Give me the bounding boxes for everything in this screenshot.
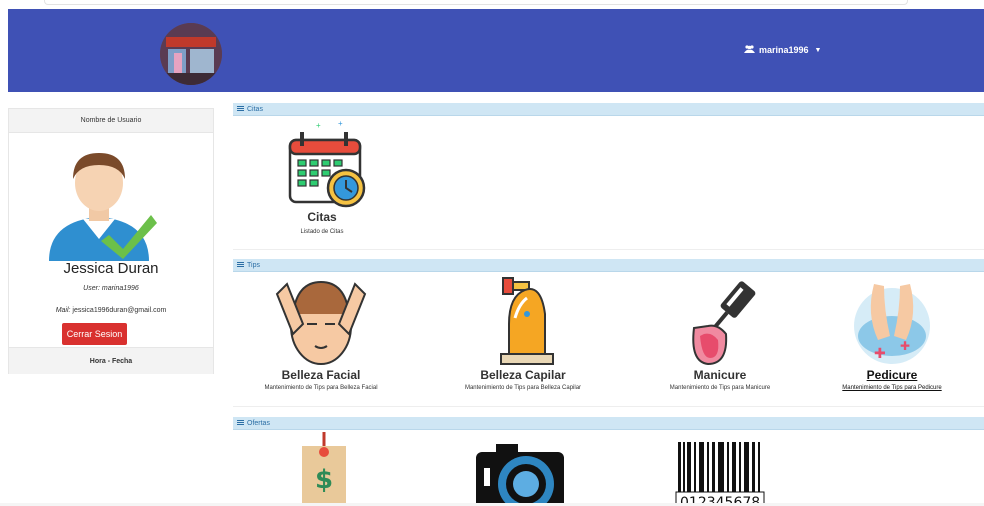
card-citas[interactable]: + + Citas Listado de Citas [262,118,382,235]
camera-icon [476,444,564,503]
price-tag-icon: $ [302,432,346,503]
profile-footer: Hora - Fecha [9,347,213,374]
username-label: marina1996 [759,45,809,55]
logout-button[interactable]: Cerrar Sesion [62,323,127,345]
section-divider [233,249,984,250]
card-desc: Mantenimiento de Tips para Belleza Facia… [264,385,378,391]
card-oferta-barcode[interactable]: 012345678 [672,440,768,503]
card-pedicure[interactable]: ✚ ✚ Pedicure Mantenimiento de Tips para P… [828,274,956,391]
card-belleza-facial[interactable]: Belleza Facial Mantenimiento de Tips par… [233,274,409,391]
section-tips-label: Tips [247,261,260,269]
card-belleza-capilar[interactable]: Belleza Capilar Mantenimiento de Tips pa… [428,274,618,391]
user-prefix: User: [83,285,100,292]
nail-polish-icon [692,281,756,366]
user-dropdown[interactable]: marina1996 ▼ [744,45,821,55]
section-ofertas-header: Ofertas [233,417,984,430]
barcode-number: 012345678 [680,495,760,503]
section-ofertas-label: Ofertas [247,419,270,427]
svg-text:✚: ✚ [900,339,910,353]
card-desc: Listado de Citas [300,229,344,235]
list-icon [237,262,244,268]
svg-text:+: + [316,121,321,130]
section-citas-header: Citas [233,103,984,116]
card-desc: Mantenimiento de Tips para Belleza Capil… [464,385,582,391]
section-divider [233,406,984,407]
foot-spa-icon: ✚ ✚ [854,284,930,364]
barcode-icon: 012345678 [672,440,768,503]
svg-text:✚: ✚ [874,345,886,361]
users-icon [744,45,755,55]
svg-text:$: $ [315,465,333,495]
profile-name: Jessica Duran [63,260,159,277]
navbar: marina1996 ▼ [8,9,984,92]
profile-card: Nombre de Usuario Jessica Duran User: ma… [8,108,214,374]
card-manicure[interactable]: Manicure Mantenimiento de Tips para Mani… [630,274,810,391]
list-icon [237,420,244,426]
card-title: Citas [307,210,337,224]
profile-header: Nombre de Usuario [9,109,213,133]
facial-massage-icon [275,280,367,365]
profile-mail: Mail: jessica1996duran@gmail.com [9,307,213,314]
top-strip [44,0,908,5]
hair-treatment-icon [500,277,554,365]
calendar-clock-icon: + + [288,119,366,208]
mail-value: jessica1996duran@gmail.com [72,307,167,314]
brand-logo[interactable] [160,23,222,85]
avatar [39,143,159,263]
card-title: Belleza Facial [281,368,361,382]
list-icon [237,106,244,112]
card-oferta-camera[interactable] [472,438,568,503]
mail-prefix: Mail: [55,307,71,314]
profile-user: User: marina1996 [9,285,213,292]
chevron-down-icon: ▼ [814,46,822,54]
user-value: marina1996 [101,285,139,292]
card-desc: Mantenimiento de Tips para Manicure [669,385,771,391]
section-citas-label: Citas [247,105,263,113]
svg-text:+: + [338,119,343,128]
card-title: Belleza Capilar [480,368,566,382]
card-title: Pedicure [866,368,918,382]
card-desc: Mantenimiento de Tips para Pedicure [842,385,942,391]
card-title: Manicure [693,368,747,382]
section-tips-header: Tips [233,259,984,272]
card-oferta-tag[interactable]: $ [288,432,358,503]
